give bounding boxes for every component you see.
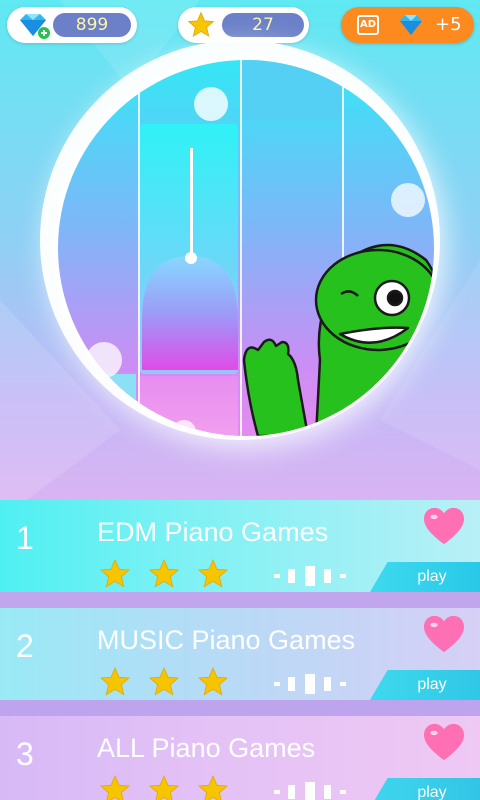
song-title: ALL Piano Games — [97, 733, 316, 763]
song-title: MUSIC Piano Games — [97, 625, 356, 655]
ad-reward-amount: +5 — [435, 14, 462, 35]
ad-icon: AD — [357, 15, 379, 35]
song-row-3[interactable]: 3 ALL Piano Games play — [0, 716, 480, 800]
diamond-plus-icon — [20, 14, 50, 39]
song-row-2[interactable]: 2 MUSIC Piano Games play — [0, 608, 480, 700]
equalizer-icon — [274, 674, 346, 694]
play-button[interactable]: play — [370, 778, 480, 800]
star-counter: 27 — [178, 7, 309, 43]
song-number: 2 — [16, 628, 34, 664]
green-monster — [242, 243, 434, 436]
star-icon — [198, 666, 228, 696]
diamond-icon — [400, 15, 422, 35]
piano-scene — [58, 60, 434, 436]
gem-counter[interactable]: 899 — [7, 7, 137, 43]
star-icon — [149, 666, 179, 696]
favorite-heart-icon[interactable] — [421, 506, 467, 546]
hero-image — [58, 60, 434, 436]
star-icon — [187, 11, 215, 38]
star-icon — [100, 774, 130, 800]
star-icon — [100, 666, 130, 696]
favorite-heart-icon[interactable] — [421, 722, 467, 762]
row-separator — [0, 592, 480, 608]
star-icon — [149, 558, 179, 588]
song-row-1[interactable]: 1 EDM Piano Games play — [0, 500, 480, 592]
song-title: EDM Piano Games — [97, 517, 329, 547]
play-button[interactable]: play — [370, 670, 480, 700]
favorite-heart-icon[interactable] — [421, 614, 467, 654]
star-icon — [149, 774, 179, 800]
star-icon — [198, 774, 228, 800]
star-icon — [198, 558, 228, 588]
row-separator — [0, 700, 480, 716]
gem-count: 899 — [53, 13, 131, 37]
song-number: 1 — [16, 520, 34, 556]
watch-ad-button[interactable]: AD +5 — [341, 7, 474, 43]
equalizer-icon — [274, 782, 346, 800]
star-icon — [100, 558, 130, 588]
song-number: 3 — [16, 736, 34, 772]
star-count: 27 — [222, 13, 304, 37]
equalizer-icon — [274, 566, 346, 586]
play-button[interactable]: play — [370, 562, 480, 592]
